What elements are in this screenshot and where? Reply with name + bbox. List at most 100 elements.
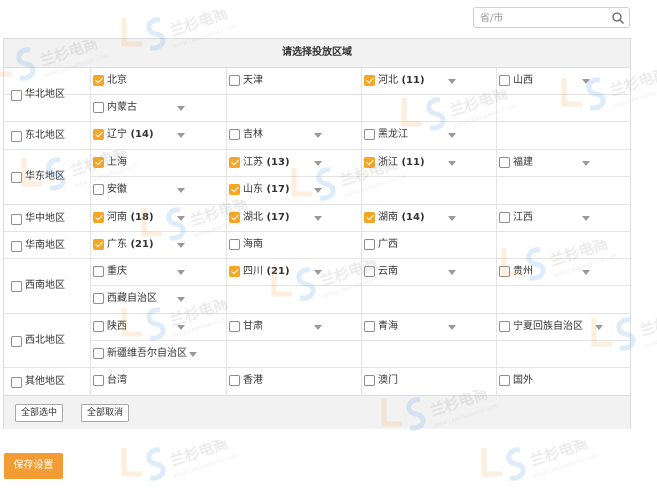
province-cell[interactable]: 国外 — [496, 368, 630, 395]
caret-down-icon[interactable] — [177, 325, 185, 330]
province-cell[interactable]: 河北 (11) — [361, 68, 496, 95]
caret-down-icon[interactable] — [177, 133, 185, 138]
province-cell[interactable]: 宁夏回族自治区 — [496, 314, 630, 341]
province-cell[interactable]: 甘肃 — [226, 314, 361, 341]
caret-down-icon[interactable] — [582, 270, 590, 275]
province-checkbox[interactable] — [93, 266, 104, 277]
province-cell[interactable]: 上海 — [90, 150, 226, 177]
caret-down-icon[interactable] — [177, 106, 185, 111]
caret-down-icon[interactable] — [314, 325, 322, 330]
caret-down-icon[interactable] — [448, 79, 456, 84]
province-cell[interactable]: 山东 (17) — [226, 177, 361, 204]
province-checkbox[interactable] — [93, 348, 104, 359]
province-checkbox[interactable] — [229, 184, 240, 195]
province-cell[interactable]: 河南 (18) — [90, 205, 226, 232]
region-cell[interactable]: 其他地区 — [4, 368, 90, 395]
province-checkbox[interactable] — [499, 266, 510, 277]
province-checkbox[interactable] — [499, 75, 510, 86]
caret-down-icon[interactable] — [448, 325, 456, 330]
region-cell[interactable]: 西北地区 — [4, 314, 90, 368]
caret-down-icon[interactable] — [314, 188, 322, 193]
province-checkbox[interactable] — [499, 375, 510, 386]
caret-down-icon[interactable] — [582, 161, 590, 166]
province-cell[interactable]: 安徽 — [90, 177, 226, 204]
province-cell[interactable]: 陕西 — [90, 314, 226, 341]
deselect-all-button[interactable]: 全部取消 — [81, 404, 130, 422]
province-cell[interactable]: 江西 — [496, 205, 630, 232]
province-cell[interactable]: 广西 — [361, 232, 496, 259]
province-checkbox[interactable] — [93, 239, 104, 250]
province-cell[interactable]: 重庆 — [90, 259, 226, 286]
province-cell[interactable]: 香港 — [226, 368, 361, 395]
province-checkbox[interactable] — [93, 75, 104, 86]
province-checkbox[interactable] — [229, 75, 240, 86]
region-checkbox[interactable] — [11, 376, 22, 388]
caret-down-icon[interactable] — [448, 133, 456, 138]
province-checkbox[interactable] — [364, 375, 375, 386]
province-checkbox[interactable] — [229, 266, 240, 277]
province-checkbox[interactable] — [93, 212, 104, 223]
province-cell[interactable]: 西藏自治区 — [90, 286, 226, 313]
province-checkbox[interactable] — [499, 212, 510, 223]
province-checkbox[interactable] — [229, 157, 240, 168]
province-checkbox[interactable] — [229, 129, 240, 140]
province-checkbox[interactable] — [364, 239, 375, 250]
province-cell[interactable]: 山西 — [496, 68, 630, 95]
caret-down-icon[interactable] — [314, 216, 322, 221]
province-checkbox[interactable] — [93, 184, 104, 195]
region-checkbox[interactable] — [11, 172, 22, 183]
province-checkbox[interactable] — [364, 129, 375, 140]
province-checkbox[interactable] — [93, 129, 104, 140]
caret-down-icon[interactable] — [314, 161, 322, 166]
caret-down-icon[interactable] — [448, 161, 456, 166]
province-cell[interactable]: 青海 — [361, 314, 496, 341]
region-checkbox[interactable] — [11, 130, 22, 142]
province-checkbox[interactable] — [364, 266, 375, 277]
province-checkbox[interactable] — [364, 157, 375, 168]
region-checkbox[interactable] — [11, 213, 22, 225]
region-cell[interactable]: 华北地区 — [4, 68, 90, 122]
province-cell[interactable]: 北京 — [90, 68, 226, 95]
province-checkbox[interactable] — [229, 212, 240, 223]
province-cell[interactable]: 天津 — [226, 68, 361, 95]
province-cell[interactable]: 辽宁 (14) — [90, 122, 226, 149]
select-all-button[interactable]: 全部选中 — [15, 404, 64, 422]
province-checkbox[interactable] — [499, 321, 510, 332]
province-cell[interactable]: 吉林 — [226, 122, 361, 149]
province-checkbox[interactable] — [93, 293, 104, 304]
province-cell[interactable]: 四川 (21) — [226, 259, 361, 286]
search-box[interactable] — [473, 7, 630, 28]
province-cell[interactable]: 澳门 — [361, 368, 496, 395]
province-cell[interactable]: 台湾 — [90, 368, 226, 395]
region-checkbox[interactable] — [11, 281, 22, 292]
caret-down-icon[interactable] — [177, 188, 185, 193]
caret-down-icon[interactable] — [189, 352, 197, 357]
caret-down-icon[interactable] — [314, 270, 322, 275]
province-checkbox[interactable] — [93, 102, 104, 113]
region-checkbox[interactable] — [11, 90, 22, 101]
province-checkbox[interactable] — [93, 321, 104, 332]
province-cell[interactable]: 江苏 (13) — [226, 150, 361, 177]
province-checkbox[interactable] — [364, 321, 375, 332]
province-checkbox[interactable] — [93, 157, 104, 168]
province-cell[interactable]: 福建 — [496, 150, 630, 177]
region-cell[interactable]: 西南地区 — [4, 259, 90, 313]
caret-down-icon[interactable] — [177, 270, 185, 275]
province-checkbox[interactable] — [499, 157, 510, 168]
province-cell[interactable]: 湖北 (17) — [226, 205, 361, 232]
province-cell[interactable]: 贵州 — [496, 259, 630, 286]
province-cell[interactable]: 海南 — [226, 232, 361, 259]
province-cell[interactable]: 湖南 (14) — [361, 205, 496, 232]
caret-down-icon[interactable] — [177, 243, 185, 248]
region-cell[interactable]: 华东地区 — [4, 150, 90, 204]
region-checkbox[interactable] — [11, 336, 22, 347]
province-checkbox[interactable] — [229, 239, 240, 250]
region-cell[interactable]: 东北地区 — [4, 122, 90, 149]
province-checkbox[interactable] — [364, 75, 375, 86]
province-cell[interactable]: 云南 — [361, 259, 496, 286]
save-settings-button[interactable]: 保存设置 — [4, 453, 63, 479]
search-icon[interactable] — [611, 11, 625, 25]
province-checkbox[interactable] — [229, 321, 240, 332]
province-cell[interactable]: 广东 (21) — [90, 232, 226, 259]
province-checkbox[interactable] — [229, 375, 240, 386]
